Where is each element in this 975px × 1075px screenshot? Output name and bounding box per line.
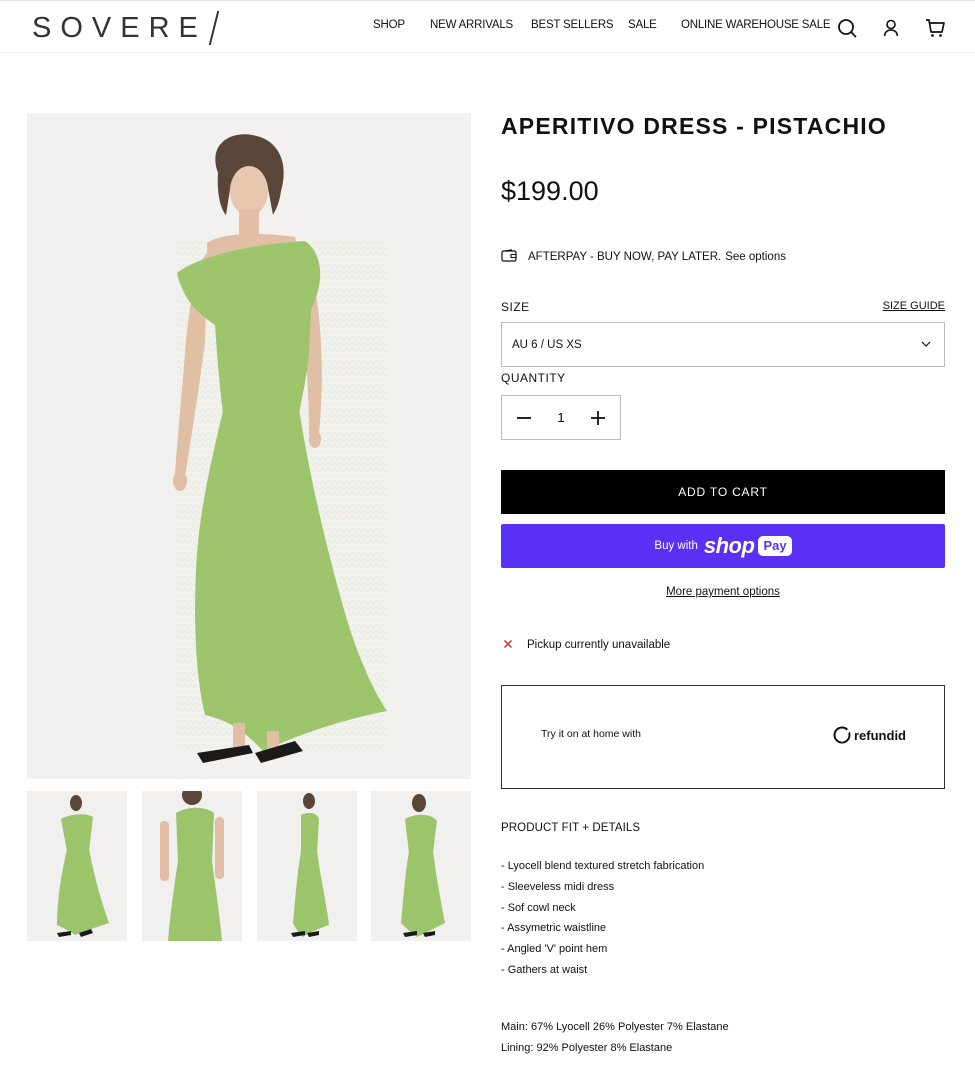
afterpay-text: AFTERPAY - BUY NOW, PAY LATER.	[528, 251, 722, 263]
product-thumbnail-1[interactable]	[27, 791, 127, 941]
product-title: APERITIVO DRESS - PISTACHIO	[501, 113, 887, 139]
list-item: - Sleeveless midi dress	[501, 880, 615, 893]
afterpay-see-options-link[interactable]: See options	[725, 251, 786, 263]
quantity-stepper	[501, 395, 621, 440]
product-price: $199.00	[501, 176, 599, 206]
product-details-list: - Lyocell blend textured stretch fabrica…	[501, 856, 704, 981]
shop-pay-buy-with-text: Buy with	[654, 540, 698, 552]
refundid-widget: Try it on at home with refundid	[501, 685, 945, 789]
nav-item-sale[interactable]: SALE	[628, 19, 657, 31]
refundid-wordmark: refundid	[854, 727, 906, 743]
brand-logo-slash	[208, 11, 220, 45]
chevron-down-icon	[920, 338, 932, 353]
product-details-heading: PRODUCT FIT + DETAILS	[501, 822, 641, 834]
shop-pay-badge: Pay	[758, 536, 792, 556]
brand-logo[interactable]: SOVERE	[32, 11, 220, 45]
quantity-increase-button[interactable]	[578, 396, 618, 439]
account-icon[interactable]	[880, 17, 902, 39]
shop-pay-button[interactable]: Buy with shop Pay	[501, 524, 945, 568]
size-guide-link[interactable]: SIZE GUIDE	[870, 300, 945, 312]
list-item: - Angled 'V' point hem	[501, 943, 608, 956]
list-item: - Assymetric waistline	[501, 922, 607, 935]
product-main-image[interactable]	[27, 113, 471, 779]
fabric-main: Main: 67% Lyocell 26% Polyester 7% Elast…	[501, 1021, 729, 1033]
close-icon	[501, 637, 515, 654]
plus-icon	[591, 410, 605, 425]
refundid-icon	[833, 726, 851, 744]
wallet-icon	[501, 248, 517, 266]
fabric-lining: Lining: 92% Polyester 8% Elastane	[501, 1042, 673, 1054]
quantity-decrease-button[interactable]	[504, 396, 544, 439]
cart-icon[interactable]	[924, 17, 946, 39]
nav-item-new-arrivals[interactable]: NEW ARRIVALS	[430, 19, 513, 31]
brand-logo-text: SOVERE	[32, 11, 207, 44]
minus-icon	[517, 416, 531, 419]
list-item: - Lyocell blend textured stretch fabrica…	[501, 860, 705, 872]
more-payment-options-link[interactable]: More payment options	[501, 586, 945, 598]
refundid-logo[interactable]: refundid	[833, 726, 906, 744]
product-thumbnail-4[interactable]	[371, 791, 471, 941]
size-selected-value: AU 6 / US XS	[512, 338, 582, 351]
quantity-input[interactable]	[542, 404, 580, 431]
afterpay-row: AFTERPAY - BUY NOW, PAY LATER. See optio…	[501, 248, 786, 266]
search-icon[interactable]	[836, 17, 858, 39]
nav-item-shop[interactable]: SHOP	[373, 19, 405, 31]
product-thumbnail-2[interactable]	[142, 791, 242, 941]
site-header: SOVERE SHOP NEW ARRIVALS BEST SELLERS SA…	[0, 0, 975, 53]
add-to-cart-button[interactable]: ADD TO CART	[501, 470, 945, 514]
list-item: - Gathers at waist	[501, 963, 588, 976]
list-item: - Sof cowl neck	[501, 901, 576, 914]
nav-item-online-warehouse-sale[interactable]: ONLINE WAREHOUSE SALE	[681, 19, 831, 31]
shop-pay-logo: shop	[703, 533, 755, 558]
product-thumbnail-3[interactable]	[257, 791, 357, 941]
size-select[interactable]: AU 6 / US XS	[501, 322, 945, 367]
quantity-label: QUANTITY	[501, 371, 566, 385]
refundid-text: Try it on at home with	[541, 728, 641, 740]
fabric-composition: Main: 67% Lyocell 26% Polyester 7% Elast…	[501, 1017, 729, 1059]
size-label: SIZE	[501, 300, 530, 314]
pickup-availability: Pickup currently unavailable	[501, 636, 670, 654]
pickup-text: Pickup currently unavailable	[527, 639, 671, 651]
nav-item-best-sellers[interactable]: BEST SELLERS	[531, 19, 614, 31]
